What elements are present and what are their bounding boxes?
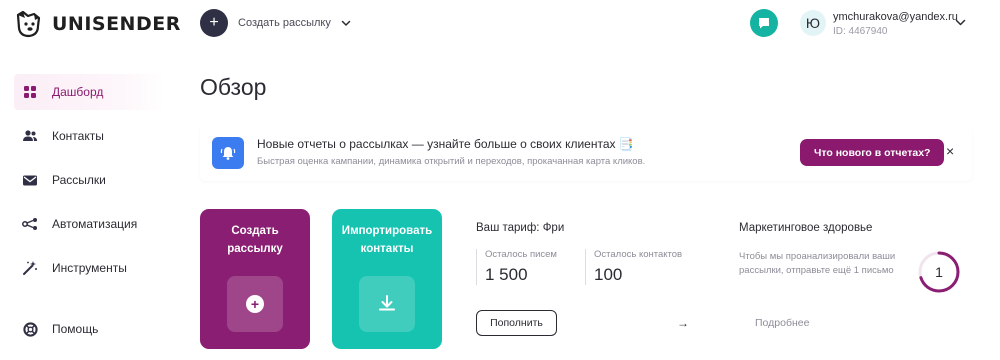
user-info[interactable]: ymchurakova@yandex.ru ID: 4467940: [833, 11, 958, 37]
banner-title: Новые отчеты о рассылках — узнайте больш…: [257, 137, 634, 151]
health-title: Маркетинговое здоровье: [739, 222, 873, 234]
sidebar-item-dashboard[interactable]: Дашборд: [14, 74, 164, 110]
sidebar-item-help[interactable]: Помощь: [14, 311, 98, 347]
download-icon: [379, 295, 395, 311]
sidebar-item-contacts[interactable]: Контакты: [14, 118, 164, 154]
sidebar-item-label: Помощь: [52, 322, 99, 336]
sidebar-item-label: Дашборд: [52, 85, 104, 99]
create-mailing-card[interactable]: Создать рассылку +: [200, 209, 310, 349]
brand-name: UNISENDER: [52, 13, 181, 35]
reports-banner: Новые отчеты о рассылках — узнайте больш…: [200, 125, 972, 181]
create-mailing-label: Создать рассылку: [238, 17, 331, 29]
sidebar-item-tools[interactable]: Инструменты: [14, 250, 164, 286]
magic-wand-icon: [22, 260, 38, 276]
users-icon: [22, 128, 38, 144]
more-link[interactable]: Подробнее: [755, 317, 809, 329]
contacts-remaining-label: Осталось контактов: [594, 249, 683, 260]
sidebar-item-automation[interactable]: Автоматизация: [14, 206, 164, 242]
sidebar-item-label: Рассылки: [52, 173, 106, 187]
import-contacts-card-button[interactable]: [359, 276, 415, 332]
user-id: ID: 4467940: [833, 26, 888, 37]
envelope-icon: [22, 172, 38, 188]
create-mailing-card-button[interactable]: +: [227, 276, 283, 332]
banner-subtitle: Быстрая оценка кампании, динамика открыт…: [257, 156, 646, 167]
create-mailing-card-label: Создать рассылку: [227, 225, 283, 255]
plus-icon[interactable]: +: [200, 9, 228, 37]
letters-remaining: Осталось писем 1 500: [476, 249, 557, 285]
sidebar-item-mailings[interactable]: Рассылки: [14, 162, 164, 198]
page-title: Обзор: [200, 74, 267, 100]
automation-icon: [22, 216, 38, 232]
dashboard-icon: [22, 84, 38, 100]
chat-bubble-icon: [759, 18, 769, 29]
contacts-remaining-value: 100: [594, 265, 623, 284]
brand-logo[interactable]: UNISENDER: [12, 8, 181, 40]
lifebuoy-icon: [22, 321, 38, 337]
tariff-title: Ваш тариф: Фри: [476, 222, 565, 234]
create-mailing-menu[interactable]: + Создать рассылку: [200, 9, 351, 37]
avatar[interactable]: Ю: [800, 10, 826, 36]
dog-logo-icon: [16, 10, 41, 38]
whats-new-button[interactable]: Что нового в отчетах?: [800, 139, 945, 166]
close-icon[interactable]: ×: [946, 144, 954, 158]
sidebar-nav: Дашборд Контакты Рассылки Автоматизация …: [14, 74, 164, 294]
sidebar-item-label: Инструменты: [52, 261, 127, 275]
arrow-right-icon[interactable]: →: [677, 317, 689, 329]
chat-button[interactable]: [750, 9, 778, 37]
user-menu-chevron-icon[interactable]: [955, 17, 966, 28]
bell-icon: [212, 137, 244, 169]
sidebar-item-label: Автоматизация: [52, 217, 138, 231]
chevron-down-icon: [341, 20, 351, 26]
letters-remaining-value: 1 500: [485, 265, 528, 284]
plus-icon: +: [246, 295, 264, 313]
user-email: ymchurakova@yandex.ru: [833, 11, 958, 23]
health-description: Чтобы мы проанализировали ваши рассылки,…: [739, 251, 896, 276]
health-score: 1: [935, 264, 943, 280]
contacts-remaining: Осталось контактов 100: [585, 249, 682, 285]
import-contacts-card-label: Импортировать контакты: [341, 225, 433, 255]
letters-remaining-label: Осталось писем: [485, 249, 557, 260]
import-contacts-card[interactable]: Импортировать контакты: [332, 209, 442, 349]
sidebar-item-label: Контакты: [52, 129, 104, 143]
topup-button[interactable]: Пополнить: [476, 310, 557, 336]
